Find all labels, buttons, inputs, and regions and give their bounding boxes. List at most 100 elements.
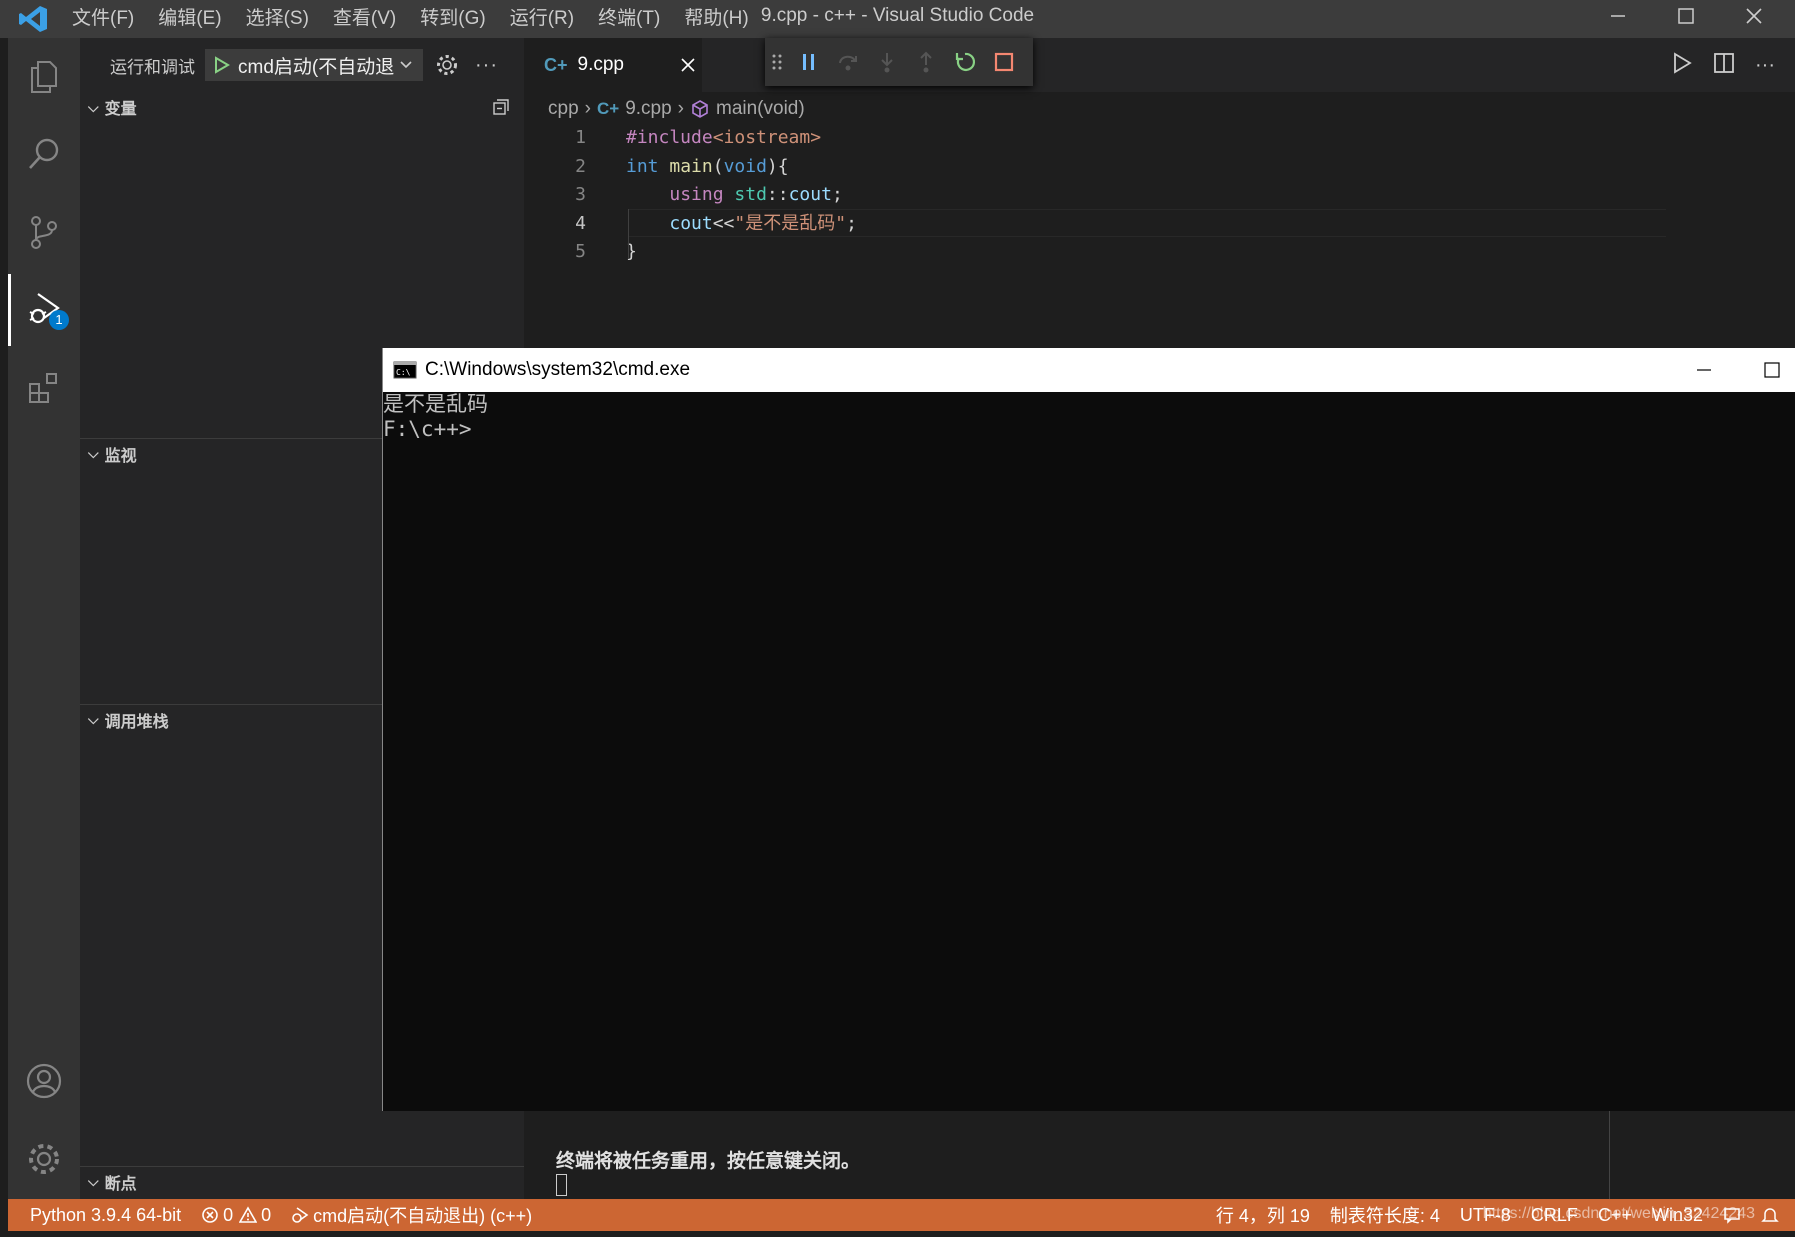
vscode-logo-icon <box>19 6 47 32</box>
pause-button[interactable] <box>789 38 828 86</box>
maximize-button[interactable] <box>1652 0 1720 32</box>
code-line[interactable]: 5} <box>524 238 1774 267</box>
menu-edit[interactable]: 编辑(E) <box>146 0 233 38</box>
line-number[interactable]: 1 <box>524 124 586 153</box>
svg-text:C:\: C:\ <box>396 368 411 377</box>
maximize-icon <box>1764 362 1780 378</box>
open-launch-json-icon[interactable] <box>435 53 459 77</box>
line-number[interactable]: 4 <box>524 210 586 239</box>
cursor-position[interactable]: 行 4，列 19 <box>1216 1202 1310 1228</box>
maximize-icon <box>1678 8 1694 24</box>
explorer-button[interactable] <box>8 40 80 112</box>
cmd-title-bar[interactable]: C:\ C:\Windows\system32\cmd.exe <box>383 348 1795 392</box>
variables-section-header[interactable]: ⌵ 变量 <box>80 92 524 122</box>
collapse-all-icon[interactable] <box>492 98 510 116</box>
watch-title: 监视 <box>104 447 137 465</box>
drag-handle[interactable] <box>765 38 789 86</box>
run-file-button[interactable] <box>1671 51 1693 79</box>
restart-button[interactable] <box>945 38 984 86</box>
line-number[interactable]: 5 <box>524 238 586 267</box>
editor-scrollbar[interactable] <box>1771 124 1785 348</box>
tab-9-cpp[interactable]: C+ 9.cpp <box>524 38 702 92</box>
menu-selection[interactable]: 选择(S) <box>234 0 321 38</box>
step-out-button[interactable] <box>906 38 945 86</box>
run-and-debug-button[interactable]: 1 <box>8 274 80 346</box>
code-token: "是不是乱码" <box>734 212 847 234</box>
more-actions-icon[interactable]: ··· <box>475 54 498 77</box>
close-tab-icon[interactable] <box>680 57 696 73</box>
accounts-button[interactable] <box>8 1045 80 1117</box>
panel-divider <box>1609 1110 1610 1200</box>
step-into-button[interactable] <box>867 38 906 86</box>
debug-config-status-label: cmd启动(不自动退出) (c++) <box>313 1206 533 1226</box>
activity-bar: 1 <box>8 38 80 1199</box>
bell-icon <box>1761 1208 1779 1222</box>
menu-view[interactable]: 查看(V) <box>321 0 408 38</box>
line-content: int main(void){ <box>626 153 789 182</box>
minimize-icon <box>1611 15 1625 17</box>
code-line[interactable]: 2 int main(void){ <box>524 153 1774 182</box>
problems-indicator[interactable]: 0 0 <box>201 1205 271 1226</box>
menu-go[interactable]: 转到(G) <box>408 0 497 38</box>
debug-config-select[interactable]: cmd启动(不自动退 <box>205 49 423 81</box>
breadcrumb-folder[interactable]: cpp <box>548 98 579 120</box>
stop-button[interactable] <box>984 38 1023 86</box>
search-icon <box>29 138 59 169</box>
tab-size[interactable]: 制表符长度: 4 <box>1330 1202 1440 1228</box>
cmd-maximize-button[interactable] <box>1741 348 1795 392</box>
manage-button[interactable] <box>8 1123 80 1195</box>
code-editor[interactable]: 1 #include<iostream> 2 int main(void){3 usi… <box>524 124 1774 267</box>
line-content: cout<<"是不是乱码"; <box>626 210 857 239</box>
menu-bar: 文件(F) 编辑(E) 选择(S) 查看(V) 转到(G) 运行(R) 终端(T… <box>60 0 761 38</box>
code-line[interactable]: 4 cout<<"是不是乱码"; <box>524 210 1774 239</box>
search-button[interactable] <box>8 118 80 190</box>
menu-file[interactable]: 文件(F) <box>60 0 146 38</box>
editor-actions: ··· <box>1651 38 1775 92</box>
menu-run[interactable]: 运行(R) <box>498 0 586 38</box>
code-line[interactable]: 3 using std::cout; <box>524 181 1774 210</box>
close-icon <box>1746 8 1762 24</box>
notifications-button[interactable] <box>1761 1206 1779 1224</box>
source-control-button[interactable] <box>8 196 80 268</box>
breakpoints-section-header[interactable]: ⌵ 断点 <box>80 1166 524 1196</box>
code-token: ; <box>846 212 857 234</box>
menu-terminal[interactable]: 终端(T) <box>586 0 672 38</box>
breadcrumb-symbol[interactable]: main(void) <box>716 98 805 120</box>
title-bar: 文件(F) 编辑(E) 选择(S) 查看(V) 转到(G) 运行(R) 终端(T… <box>0 0 1795 38</box>
split-editor-icon <box>1714 52 1734 73</box>
split-editor-button[interactable] <box>1713 52 1735 79</box>
callstack-title: 调用堆栈 <box>104 713 169 731</box>
code-line[interactable]: 1 #include<iostream> <box>524 124 1774 153</box>
python-interpreter[interactable]: Python 3.9.4 64-bit <box>30 1205 181 1226</box>
minimize-icon <box>1697 369 1711 371</box>
menu-help[interactable]: 帮助(H) <box>672 0 760 38</box>
restart-icon <box>955 52 975 71</box>
run-and-debug-title: 运行和调试 <box>110 57 195 77</box>
account-icon <box>26 1063 62 1099</box>
debug-icon <box>292 1207 309 1223</box>
cmd-output: 是不是乱码 F:\c++> <box>383 392 488 442</box>
terminal-panel[interactable]: 终端将被任务重用，按任意键关闭。 <box>524 1110 1795 1200</box>
more-actions-icon[interactable]: ··· <box>1755 54 1775 77</box>
cmd-window[interactable]: C:\ C:\Windows\system32\cmd.exe 是不是乱码 F:… <box>382 348 1795 1111</box>
minimize-button[interactable] <box>1584 0 1652 32</box>
debug-badge: 1 <box>49 310 69 330</box>
breadcrumb: cpp › C+ 9.cpp › main(void) <box>548 94 811 124</box>
indent-guide <box>628 209 629 259</box>
line-number[interactable]: 2 <box>524 153 586 182</box>
step-over-button[interactable] <box>828 38 867 86</box>
drag-handle-icon <box>772 54 782 70</box>
cmd-minimize-button[interactable] <box>1673 348 1735 392</box>
code-token: main <box>669 155 713 177</box>
start-debug-icon[interactable] <box>214 56 230 74</box>
close-window-button[interactable] <box>1720 0 1788 32</box>
code-token: ( <box>712 155 724 177</box>
chevron-down-icon: ⌵ <box>88 1173 99 1189</box>
breadcrumb-file[interactable]: 9.cpp <box>625 98 671 120</box>
chevron-right-icon: › <box>584 98 591 119</box>
extensions-button[interactable] <box>8 352 80 424</box>
code-token: << <box>712 212 735 234</box>
debug-config-status[interactable]: cmd启动(不自动退出) (c++) <box>291 1202 532 1228</box>
line-number[interactable]: 3 <box>524 181 586 210</box>
